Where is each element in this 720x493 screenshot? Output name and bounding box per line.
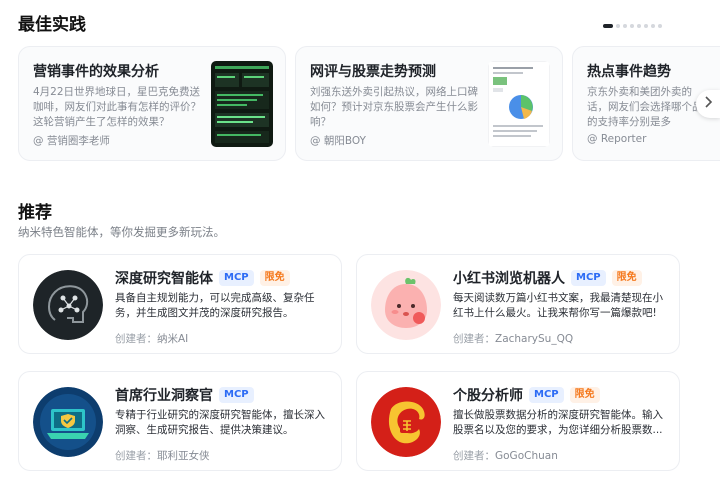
creator-label: 创建者： <box>453 450 495 462</box>
mcp-badge: MCP <box>529 387 564 403</box>
report-thumbnail <box>211 61 273 147</box>
laptop-shield-icon <box>33 387 103 457</box>
agent-name-row: 深度研究智能体 MCP 限免 <box>115 268 290 288</box>
carousel-dot[interactable] <box>616 24 620 28</box>
agent-name: 首席行业洞察官 <box>115 388 213 404</box>
case-title: 热点事件趋势 <box>587 64 671 80</box>
dragon-stock-icon <box>371 387 441 457</box>
case-author: @ Reporter <box>587 133 647 145</box>
agent-card-xiaohongshu[interactable]: 小红书浏览机器人 MCP 限免 每天阅读数万篇小红书文案，我最清楚现在小红书上什… <box>356 254 680 354</box>
agent-creator: 创建者：纳米AI <box>115 331 188 346</box>
creator-name: GoGoChuan <box>495 450 558 462</box>
case-description: 刘强东送外卖引起热议，网络上口碑如何？预计对京东股票会产生什么影响？ <box>310 86 478 128</box>
free-badge: 限免 <box>259 270 290 286</box>
agent-description: 每天阅读数万篇小红书文案，我最清楚现在小红书上什么最火。让我来帮你写一篇爆款吧! <box>453 292 663 319</box>
free-badge: 限免 <box>611 270 642 286</box>
creator-name: 纳米AI <box>157 333 189 345</box>
case-title: 营销事件的效果分析 <box>33 64 159 80</box>
carousel-pagination <box>603 24 662 28</box>
carousel-dot[interactable] <box>644 24 648 28</box>
agent-description: 擅长做股票数据分析的深度研究智能体。输入股票名以及您的要求，为您详细分析股票数.… <box>453 409 663 436</box>
case-title: 网评与股票走势预测 <box>310 64 436 80</box>
creator-label: 创建者： <box>115 450 157 462</box>
creator-label: 创建者： <box>115 333 157 345</box>
brain-network-icon <box>33 270 103 340</box>
peach-mascot-icon <box>371 270 441 340</box>
report-thumbnail <box>488 61 550 147</box>
mcp-badge: MCP <box>571 270 606 286</box>
agent-name: 深度研究智能体 <box>115 271 213 287</box>
agent-creator: 创建者：ZacharySu_QQ <box>453 331 573 346</box>
mcp-badge: MCP <box>219 387 254 403</box>
free-badge: 限免 <box>569 387 600 403</box>
agent-name: 小红书浏览机器人 <box>453 271 565 287</box>
creator-label: 创建者： <box>453 333 495 345</box>
agent-creator: 创建者：耶利亚女侠 <box>115 448 210 463</box>
agent-name-row: 小红书浏览机器人 MCP 限免 <box>453 268 642 288</box>
chevron-right-icon <box>703 96 713 112</box>
agent-card-stock-analyst[interactable]: 个股分析师 MCP 限免 擅长做股票数据分析的深度研究智能体。输入股票名以及您的… <box>356 371 680 471</box>
agent-description: 专精于行业研究的深度研究智能体，擅长深入洞察、生成研究报告、提供决策建议。 <box>115 409 325 436</box>
carousel-dot[interactable] <box>658 24 662 28</box>
agent-name-row: 个股分析师 MCP 限免 <box>453 385 600 405</box>
carousel-next-button[interactable] <box>696 90 720 118</box>
agent-card-industry-insight[interactable]: 首席行业洞察官 MCP 专精于行业研究的深度研究智能体，擅长深入洞察、生成研究报… <box>18 371 342 471</box>
carousel-dot[interactable] <box>651 24 655 28</box>
best-practice-title: 最佳实践 <box>18 15 86 35</box>
agent-name: 个股分析师 <box>453 388 523 404</box>
agent-name-row: 首席行业洞察官 MCP <box>115 385 254 405</box>
carousel-dot-active[interactable] <box>603 24 613 28</box>
creator-name: ZacharySu_QQ <box>495 333 574 345</box>
carousel-dot[interactable] <box>623 24 627 28</box>
carousel-dot[interactable] <box>637 24 641 28</box>
agent-creator: 创建者：GoGoChuan <box>453 448 558 463</box>
case-author: @ 营销圈李老师 <box>33 135 110 147</box>
case-description: 4月22日世界地球日，星巴克免费送咖啡，网友们对此事有怎样的评价？这轮营销产生了… <box>33 86 201 128</box>
case-card-stock-prediction[interactable]: 网评与股票走势预测 刘强东送外卖引起热议，网络上口碑如何？预计对京东股票会产生什… <box>295 46 563 161</box>
recommend-subtitle: 纳米特色智能体，等你发掘更多新玩法。 <box>18 225 225 239</box>
case-card-marketing[interactable]: 营销事件的效果分析 4月22日世界地球日，星巴克免费送咖啡，网友们对此事有怎样的… <box>18 46 286 161</box>
agent-description: 具备自主规划能力，可以完成高级、复杂任务，并生成图文并茂的深度研究报告。 <box>115 292 315 319</box>
agent-card-deep-research[interactable]: 深度研究智能体 MCP 限免 具备自主规划能力，可以完成高级、复杂任务，并生成图… <box>18 254 342 354</box>
recommend-title: 推荐 <box>18 203 52 223</box>
case-description: 京东外卖和美团外卖的话，网友们会选择哪个品的支持率分别是多 <box>587 86 703 128</box>
case-author: @ 朝阳BOY <box>310 135 366 147</box>
creator-name: 耶利亚女侠 <box>157 450 210 462</box>
best-practice-carousel: 营销事件的效果分析 4月22日世界地球日，星巴克免费送咖啡，网友们对此事有怎样的… <box>18 46 720 161</box>
carousel-dot[interactable] <box>630 24 634 28</box>
mcp-badge: MCP <box>219 270 254 286</box>
